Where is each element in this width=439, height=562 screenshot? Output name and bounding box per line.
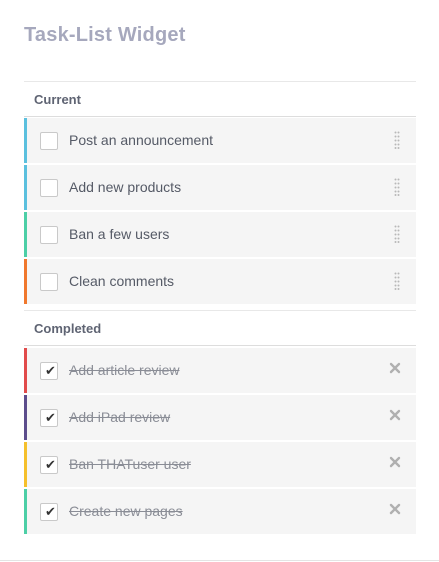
task-checkbox[interactable]: ✔ xyxy=(40,362,58,380)
task-checkbox[interactable] xyxy=(40,132,58,150)
task-list-widget: Task-List Widget Current Post an announc… xyxy=(0,0,439,562)
task-label: Post an announcement xyxy=(69,132,213,148)
drag-handle-icon[interactable] xyxy=(394,225,400,243)
task-item[interactable]: Clean comments xyxy=(24,259,416,304)
task-item[interactable]: Ban a few users xyxy=(24,212,416,257)
task-label: Add new products xyxy=(69,179,182,195)
task-checkbox[interactable] xyxy=(40,273,58,291)
drag-handle-icon[interactable] xyxy=(394,131,400,149)
check-icon: ✔ xyxy=(45,457,56,472)
close-icon[interactable] xyxy=(388,361,402,375)
task-item[interactable]: Post an announcement xyxy=(24,118,416,163)
check-icon: ✔ xyxy=(45,363,56,378)
task-item[interactable]: ✔ Add iPad review xyxy=(24,395,416,440)
task-label: Ban a few users xyxy=(69,226,170,242)
close-icon[interactable] xyxy=(388,502,402,516)
drag-handle-icon[interactable] xyxy=(394,272,400,290)
task-label: Clean comments xyxy=(69,273,175,289)
close-icon[interactable] xyxy=(388,455,402,469)
divider xyxy=(0,560,439,561)
task-checkbox[interactable]: ✔ xyxy=(40,456,58,474)
task-checkbox[interactable]: ✔ xyxy=(40,409,58,427)
task-checkbox[interactable] xyxy=(40,226,58,244)
current-task-list: Post an announcement Add new products Ba… xyxy=(24,118,416,306)
task-item[interactable]: Add new products xyxy=(24,165,416,210)
drag-handle-icon[interactable] xyxy=(394,178,400,196)
task-item[interactable]: ✔ Add article review xyxy=(24,348,416,393)
completed-task-list: ✔ Add article review ✔ Add iPad review ✔… xyxy=(24,348,416,536)
close-icon[interactable] xyxy=(388,408,402,422)
section-header-current: Current xyxy=(24,81,416,117)
widget-title: Task-List Widget xyxy=(24,24,186,46)
section-header-completed: Completed xyxy=(24,310,416,346)
task-checkbox[interactable] xyxy=(40,179,58,197)
task-label: Create new pages xyxy=(69,503,183,519)
task-checkbox[interactable]: ✔ xyxy=(40,503,58,521)
task-label: Add article review xyxy=(69,362,180,378)
task-item[interactable]: ✔ Ban THATuser user xyxy=(24,442,416,487)
task-label: Add iPad review xyxy=(69,409,171,425)
task-item[interactable]: ✔ Create new pages xyxy=(24,489,416,534)
check-icon: ✔ xyxy=(45,410,56,425)
task-label: Ban THATuser user xyxy=(69,456,191,472)
check-icon: ✔ xyxy=(45,504,56,519)
